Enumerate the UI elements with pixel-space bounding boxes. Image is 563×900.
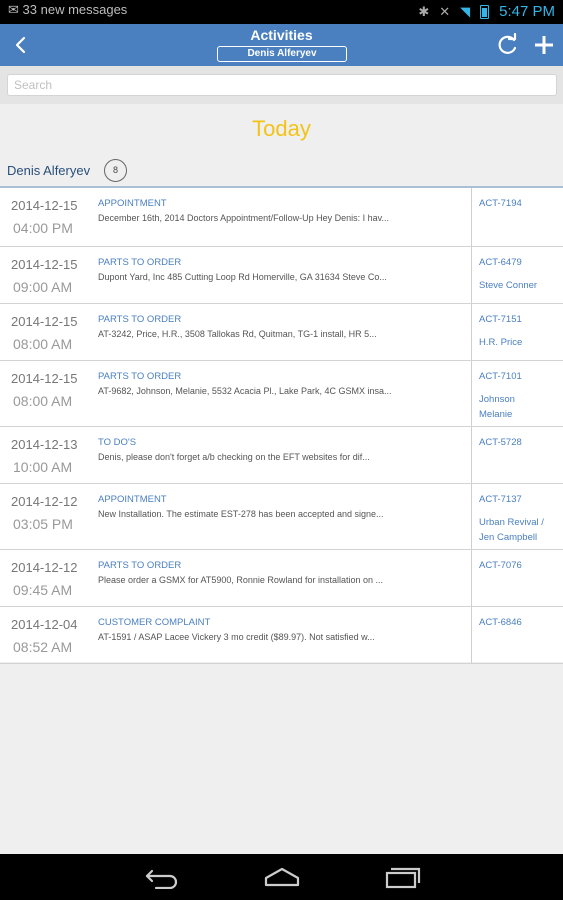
activity-contact[interactable]: Johnson Melanie [479,392,539,422]
recent-apps-icon [385,867,421,889]
activity-row[interactable]: 2014-12-15 04:00 PM APPOINTMENT December… [0,188,563,247]
activity-description: December 16th, 2014 Doctors Appointment/… [98,213,389,223]
column-divider [471,607,472,663]
activity-time: 03:05 PM [13,516,73,532]
battery-icon [480,4,490,19]
activity-id[interactable]: ACT-6846 [479,617,522,628]
back-icon [145,869,178,890]
activity-date: 2014-12-04 [11,617,78,632]
activity-description: AT-9682, Johnson, Melanie, 5532 Acacia P… [98,386,392,396]
column-divider [471,304,472,360]
refresh-button[interactable] [497,32,519,57]
notification-area: ✉ 33 new messages [8,2,127,18]
activity-row[interactable]: 2014-12-12 03:05 PM APPOINTMENT New Inst… [0,484,563,550]
activity-date: 2014-12-15 [11,314,78,329]
activity-id[interactable]: ACT-7194 [479,198,522,209]
activity-id[interactable]: ACT-7137 [479,494,522,505]
activity-row[interactable]: 2014-12-15 08:00 AM PARTS TO ORDER AT-96… [0,361,563,427]
activity-row[interactable]: 2014-12-04 08:52 AM CUSTOMER COMPLAINT A… [0,607,563,664]
activity-id[interactable]: ACT-6479 [479,257,522,268]
activity-type: PARTS TO ORDER [98,257,182,268]
activity-description: AT-1591 / ASAP Lacee Vickery 3 mo credit… [98,632,375,642]
home-icon [264,867,300,887]
activity-type: PARTS TO ORDER [98,314,182,325]
wifi-icon: ◥ [460,3,471,19]
activity-row[interactable]: 2014-12-12 09:45 AM PARTS TO ORDER Pleas… [0,550,563,607]
count-badge: 8 [104,159,127,182]
system-tray: ✱ ✕ ◥ 5:47 PM [418,3,555,20]
activity-type: TO DO'S [98,437,137,448]
column-divider [471,484,472,549]
column-divider [471,427,472,483]
activity-row[interactable]: 2014-12-13 10:00 AM TO DO'S Denis, pleas… [0,427,563,484]
activity-description: Please order a GSMX for AT5900, Ronnie R… [98,575,383,585]
activity-id[interactable]: ACT-5728 [479,437,522,448]
activity-date: 2014-12-12 [11,560,78,575]
activity-id[interactable]: ACT-7101 [479,371,522,382]
notification-text: 33 new messages [22,2,128,17]
activity-description: New Installation. The estimate EST-278 h… [98,509,384,519]
section-title: Today [252,116,311,141]
bluetooth-icon: ✱ [418,3,430,19]
nav-recent-button[interactable] [382,865,422,889]
activity-date: 2014-12-15 [11,198,78,213]
page-title: Activities [250,27,313,43]
activity-date: 2014-12-15 [11,371,78,386]
activity-time: 09:00 AM [13,279,73,295]
group-header[interactable]: Denis Alferyev 8 [0,156,563,186]
activity-list: 2014-12-15 04:00 PM APPOINTMENT December… [0,186,563,664]
activity-time: 08:00 AM [13,393,73,409]
activity-time: 09:45 AM [13,582,73,598]
column-divider [471,550,472,606]
add-activity-button[interactable] [532,32,556,58]
activity-contact[interactable]: Urban Revival / Jen Campbell [479,515,557,545]
search-bar [0,66,563,104]
plus-icon [535,36,553,54]
activity-date: 2014-12-12 [11,494,78,509]
activity-date: 2014-12-13 [11,437,78,452]
activity-contact[interactable]: H.R. Price [479,335,559,350]
activity-date: 2014-12-15 [11,257,78,272]
activity-time: 10:00 AM [13,459,73,475]
group-name: Denis Alferyev [7,163,91,178]
activity-contact[interactable]: Steve Conner [479,278,559,293]
activity-time: 08:00 AM [13,336,73,352]
clock: 5:47 PM [499,3,555,20]
activity-type: APPOINTMENT [98,198,167,209]
activity-type: PARTS TO ORDER [98,560,182,571]
nav-home-button[interactable] [262,865,302,889]
activity-id[interactable]: ACT-7076 [479,560,522,571]
refresh-icon [498,32,517,54]
activity-row[interactable]: 2014-12-15 09:00 AM PARTS TO ORDER Dupon… [0,247,563,304]
activity-type: CUSTOMER COMPLAINT [98,617,211,628]
activity-description: Denis, please don't forget a/b checking … [98,452,370,462]
mail-icon: ✉ [8,2,19,17]
activity-id[interactable]: ACT-7151 [479,314,522,325]
column-divider [471,188,472,246]
search-input[interactable] [7,74,557,96]
nav-back-button[interactable] [142,865,182,890]
activity-row[interactable]: 2014-12-15 08:00 AM PARTS TO ORDER AT-32… [0,304,563,361]
navigation-bar [0,854,563,900]
user-selector[interactable]: Denis Alferyev [217,46,347,62]
activity-type: APPOINTMENT [98,494,167,505]
activity-type: PARTS TO ORDER [98,371,182,382]
status-bar: ✉ 33 new messages ✱ ✕ ◥ 5:47 PM [0,0,563,24]
column-divider [471,247,472,303]
activity-description: AT-3242, Price, H.R., 3508 Tallokas Rd, … [98,329,377,339]
action-bar: Activities Denis Alferyev [0,24,563,66]
activity-time: 04:00 PM [13,220,73,236]
activity-time: 08:52 AM [13,639,73,655]
mute-icon: ✕ [439,3,451,19]
column-divider [471,361,472,426]
activity-description: Dupont Yard, Inc 485 Cutting Loop Rd Hom… [98,272,387,282]
